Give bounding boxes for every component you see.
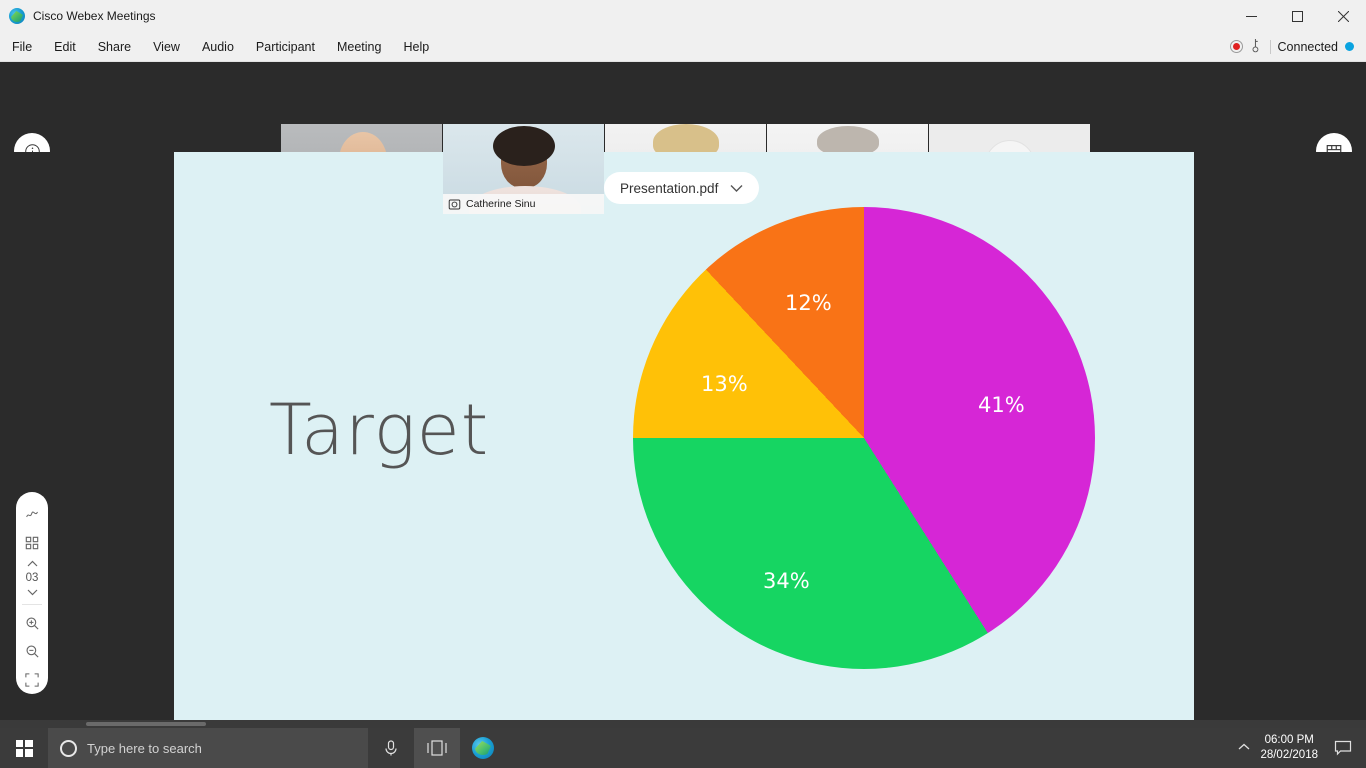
zoom-out-icon[interactable] <box>16 637 48 665</box>
connected-label: Connected <box>1277 39 1338 54</box>
menu-item-file[interactable]: File <box>2 36 42 58</box>
search-placeholder: Type here to search <box>87 740 202 756</box>
divider <box>1269 39 1271 54</box>
webex-meetings-window: Cisco Webex Meetings File Edit Share Vie… <box>0 0 1366 768</box>
cortana-circle-icon <box>60 739 77 757</box>
participant-namebar: Catherine Sinu <box>443 194 604 214</box>
title-bar: Cisco Webex Meetings <box>0 0 1366 32</box>
connection-indicator <box>1345 42 1354 51</box>
page-number: 03 <box>25 571 39 584</box>
horizontal-scrollbar[interactable] <box>0 720 1366 728</box>
pie-chart-graphic <box>633 207 1095 669</box>
window-controls <box>1228 0 1366 32</box>
search-input[interactable]: Type here to search <box>48 728 368 768</box>
menu-item-edit[interactable]: Edit <box>44 36 86 58</box>
shared-file-name: Presentation.pdf <box>620 180 719 196</box>
slide-title: Target <box>269 389 490 471</box>
webex-taskbar-icon[interactable] <box>460 728 506 768</box>
menu-item-view[interactable]: View <box>143 36 190 58</box>
shared-file-dropdown[interactable]: Presentation.pdf <box>604 172 760 204</box>
meeting-stage: 03 Presentation.pdf Target 41% 34% 13% 1… <box>0 152 1366 726</box>
record-icon[interactable] <box>1229 40 1243 53</box>
participant-name: Catherine Sinu <box>466 198 536 210</box>
clock-date: 28/02/2018 <box>1260 749 1318 761</box>
menu-item-audio[interactable]: Audio <box>192 36 244 58</box>
key-icon[interactable] <box>1246 36 1267 57</box>
pie-slice-label-2: 34% <box>763 569 810 593</box>
notification-icon[interactable] <box>1328 728 1358 768</box>
clock[interactable]: 06:00 PM 28/02/2018 <box>1260 733 1318 763</box>
clock-time: 06:00 PM <box>1264 734 1314 746</box>
camera-icon <box>448 198 461 211</box>
system-tray: 06:00 PM 28/02/2018 <box>1238 728 1366 768</box>
minimize-button[interactable] <box>1228 0 1274 32</box>
divider <box>22 603 42 605</box>
pie-slice-label-4: 12% <box>785 291 832 315</box>
page-up-button[interactable] <box>16 557 48 572</box>
shared-slide: Presentation.pdf Target 41% 34% 13% 12% <box>174 152 1194 724</box>
fit-to-screen-icon[interactable] <box>16 666 48 694</box>
menu-item-share[interactable]: Share <box>88 36 141 58</box>
pie-chart: 41% 34% 13% 12% <box>633 207 1095 669</box>
pie-slice-label-1: 41% <box>978 393 1025 417</box>
windows-taskbar: Type here to search 06:00 PM 28/02/2018 <box>0 728 1366 768</box>
menu-item-help[interactable]: Help <box>393 36 439 58</box>
menu-item-meeting[interactable]: Meeting <box>327 36 391 58</box>
zoom-in-icon[interactable] <box>16 609 48 637</box>
close-button[interactable] <box>1320 0 1366 32</box>
chevron-down-icon <box>730 181 743 196</box>
task-view-icon[interactable] <box>414 728 460 768</box>
pie-slice-label-3: 13% <box>701 372 748 396</box>
participant-filmstrip: Adrian Delamico Ca <box>0 62 1366 214</box>
microphone-icon[interactable] <box>368 728 414 768</box>
annotate-pen-icon[interactable] <box>16 500 48 528</box>
menu-item-participant[interactable]: Participant <box>246 36 325 58</box>
windows-start-icon[interactable] <box>0 728 48 768</box>
window-title: Cisco Webex Meetings <box>33 9 156 23</box>
participant-tile-catherine[interactable]: Catherine Sinu <box>443 124 604 214</box>
maximize-button[interactable] <box>1274 0 1320 32</box>
menu-bar: File Edit Share View Audio Participant M… <box>0 32 1366 62</box>
tray-chevron-up-icon[interactable] <box>1238 742 1250 754</box>
grid-view-icon[interactable] <box>16 528 48 556</box>
slide-toolbar: 03 <box>16 492 48 694</box>
page-down-button[interactable] <box>16 585 48 600</box>
scrollbar-thumb[interactable] <box>86 722 206 726</box>
connection-status-area: Connected <box>1229 36 1366 57</box>
webex-logo-icon <box>9 8 25 24</box>
